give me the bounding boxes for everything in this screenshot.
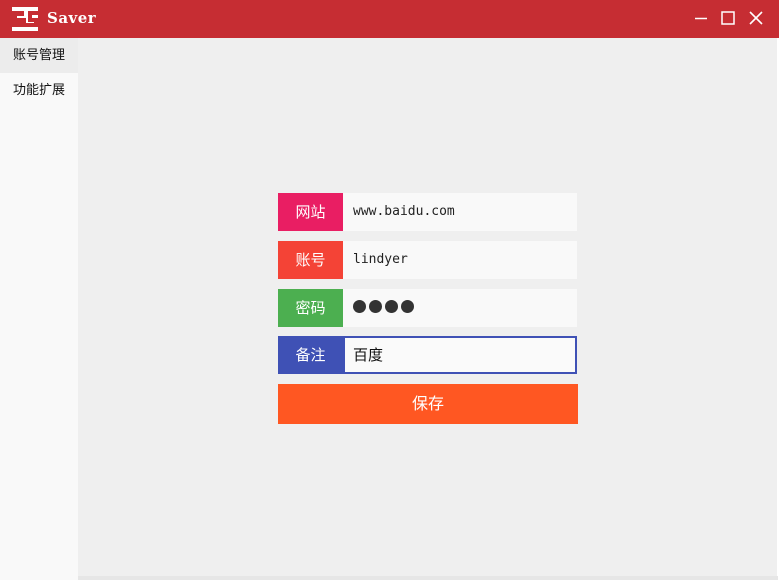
sidebar: 账号管理 功能扩展 [0, 38, 78, 580]
website-label: 网站 [278, 193, 343, 231]
password-row: 密码 [278, 289, 578, 327]
note-row: 备注 百度 [278, 336, 578, 374]
save-button[interactable]: 保存 [278, 384, 578, 424]
sidebar-item-label: 账号管理 [13, 48, 66, 63]
note-label: 备注 [278, 336, 343, 374]
password-input[interactable] [343, 289, 577, 327]
close-icon[interactable] [747, 9, 765, 27]
maximize-icon[interactable] [719, 9, 737, 27]
website-row: 网站 www.baidu.com [278, 193, 578, 231]
website-input[interactable]: www.baidu.com [343, 193, 577, 231]
sidebar-item-label: 功能扩展 [13, 83, 66, 98]
sidebar-item-extensions[interactable]: 功能扩展 [0, 73, 78, 108]
account-row: 账号 lindyer [278, 241, 578, 279]
background-window-peek [78, 576, 778, 580]
title-bar: Saver [0, 0, 779, 38]
password-label: 密码 [278, 289, 343, 327]
note-input[interactable]: 百度 [343, 336, 577, 374]
app-logo-icon [12, 7, 38, 31]
sidebar-item-account-management[interactable]: 账号管理 [0, 38, 78, 73]
account-input[interactable]: lindyer [343, 241, 577, 279]
minimize-icon[interactable] [692, 9, 710, 27]
account-label: 账号 [278, 241, 343, 279]
app-title: Saver [47, 9, 97, 27]
